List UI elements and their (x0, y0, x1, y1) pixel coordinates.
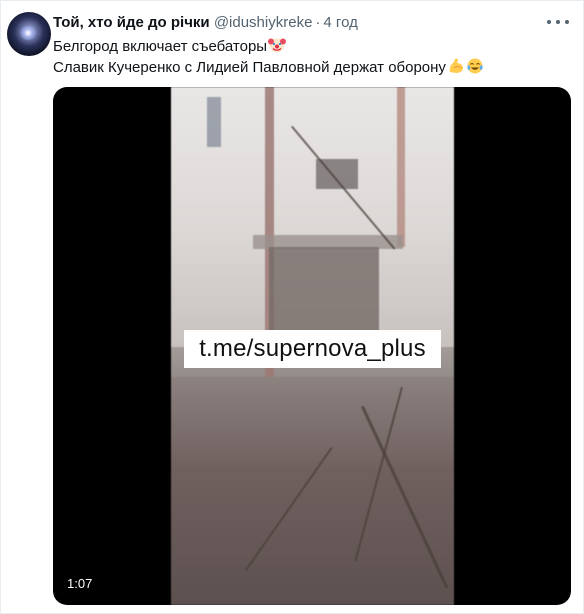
tweet-text: Белгород включает съебаторы Славик Кучер… (53, 36, 573, 78)
tears-of-joy-emoji (467, 58, 483, 74)
author-name[interactable]: Той, хто йде до річки (53, 14, 210, 31)
tweet-card[interactable]: Той, хто йде до річки @idushiykreke · 4 го… (0, 0, 584, 614)
video-player[interactable]: t.me/supernova_plus 1:07 (53, 87, 571, 605)
tweet-timestamp[interactable]: 4 год (323, 14, 357, 31)
tweet-text-line-1: Белгород включает съебаторы (53, 36, 573, 57)
header-separator: · (315, 14, 321, 31)
more-dot (547, 20, 551, 24)
video-scene-entrance (269, 247, 379, 337)
more-dot (556, 20, 560, 24)
more-dot (565, 20, 569, 24)
author-handle[interactable]: @idushiykreke (214, 14, 313, 31)
more-options-icon[interactable] (547, 15, 569, 29)
flexed-biceps-emoji (449, 58, 463, 73)
author-avatar[interactable] (7, 12, 51, 56)
tweet-text-line-2: Славик Кучеренко с Лидией Павловной держ… (53, 57, 573, 78)
video-scene-pillar (397, 87, 405, 247)
video-watermark: t.me/supernova_plus (184, 330, 441, 368)
tweet-text-line-2-content: Славик Кучеренко с Лидией Павловной держ… (53, 59, 446, 76)
avatar-glint (19, 26, 37, 40)
tweet-header: Той, хто йде до річки @idushiykreke · 4 го… (53, 13, 543, 33)
video-scene-ground (171, 377, 454, 605)
video-duration: 1:07 (67, 576, 93, 591)
video-scene-window (207, 97, 221, 147)
clown-face-emoji (268, 38, 287, 53)
tweet-text-line-1-content: Белгород включает съебаторы (53, 38, 268, 55)
